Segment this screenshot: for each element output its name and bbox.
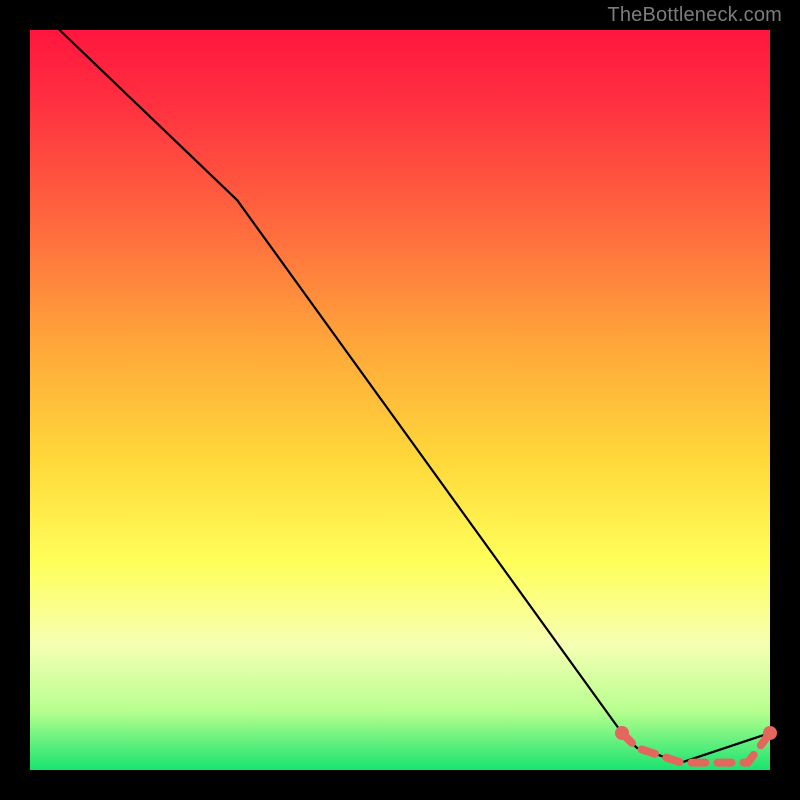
watermark-label: TheBottleneck.com [607,4,782,27]
chart-overlay [30,30,770,770]
series-dot [615,726,629,740]
series-dot [763,726,777,740]
chart-stage: TheBottleneck.com [0,0,800,800]
plot-area [30,30,770,770]
main-curve [60,30,770,763]
